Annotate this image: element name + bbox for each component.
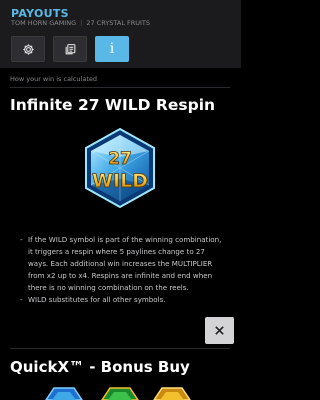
close-icon — [215, 326, 224, 335]
list-item: If the WILD symbol is part of the winnin… — [20, 234, 225, 294]
wild-rules-list: If the WILD symbol is part of the winnin… — [20, 234, 225, 307]
history-icon — [65, 43, 75, 54]
divider — [10, 348, 230, 349]
bonus-card-icon — [101, 387, 139, 400]
list-item: WILD substitutes for all other symbols. — [20, 294, 225, 306]
history-tab-button[interactable] — [53, 36, 87, 62]
divider — [10, 87, 230, 88]
wild-number: 27 — [108, 149, 132, 169]
section-caption: How your win is calculated — [10, 75, 98, 83]
bonus-card-icon — [45, 387, 83, 400]
game-name: 27 CRYSTAL FRUITS — [86, 19, 151, 27]
settings-tab-button[interactable] — [11, 36, 45, 62]
gear-icon — [22, 43, 34, 55]
provider-name: TOM HORN GAMING — [11, 19, 77, 27]
wild-respin-heading: Infinite 27 WILD Respin — [10, 96, 216, 114]
info-icon: i — [109, 41, 115, 57]
wild-word: WILD — [92, 170, 148, 192]
game-subtitle: TOM HORN GAMING | 27 CRYSTAL FRUITS — [11, 19, 151, 27]
bonus-card-icon — [153, 387, 191, 400]
info-tab-button[interactable]: i — [95, 36, 129, 62]
header-bar: PAYOUTS TOM HORN GAMING | 27 CRYSTAL FRUIT… — [0, 0, 241, 68]
close-button[interactable] — [205, 317, 234, 344]
bonus-buy-heading: QuickX™ - Bonus Buy — [10, 358, 190, 376]
wild-crystal-symbol: 27 WILD — [85, 127, 155, 209]
